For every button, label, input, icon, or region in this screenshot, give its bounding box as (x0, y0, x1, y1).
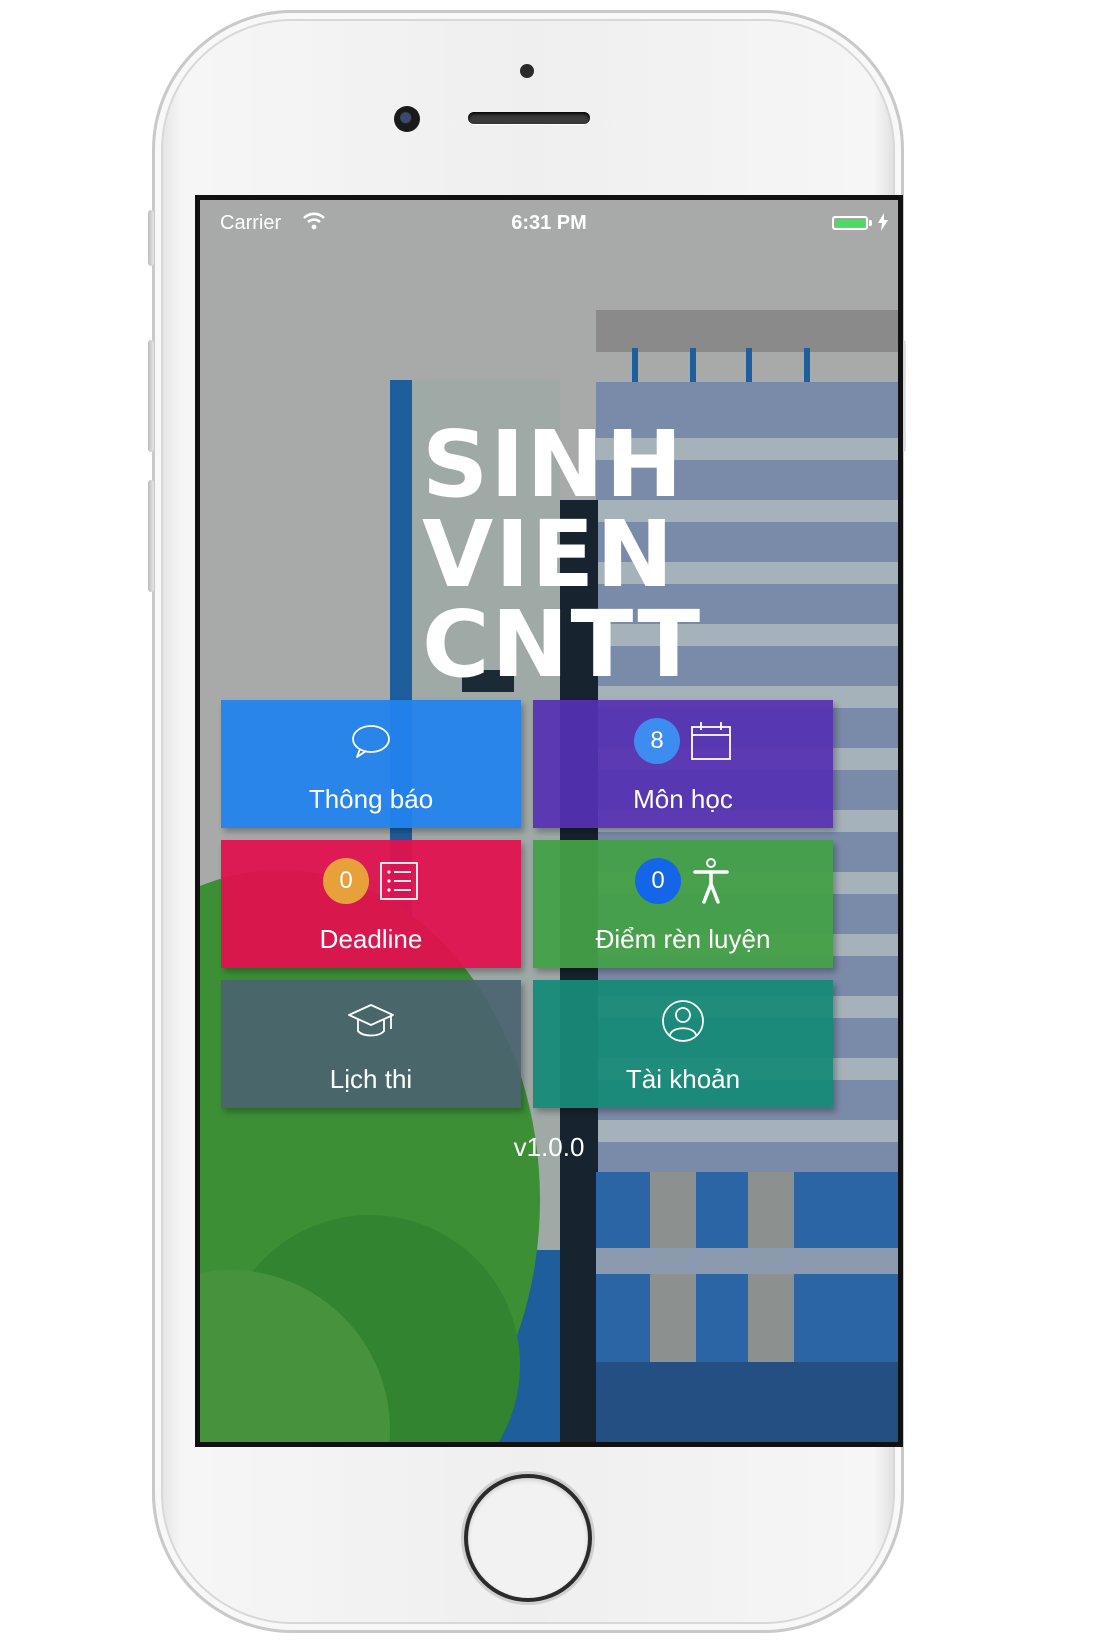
chat-bubble-icon (352, 725, 390, 758)
checklist-icon (380, 862, 418, 900)
charging-bolt-icon (878, 213, 888, 231)
tile-label: Lịch thi (329, 1064, 413, 1094)
tile-lich-thi[interactable]: Lịch thi (221, 980, 521, 1108)
mute-switch (148, 210, 154, 266)
logo-line-2: VIEN (422, 501, 676, 608)
logo-line-1: SINH (422, 411, 685, 518)
tile-tai-khoan[interactable]: Tài khoản (533, 980, 833, 1108)
app-screen: Carrier 6:31 PM SINH VIEN CNTT Thông báo… (200, 200, 898, 1442)
calendar-icon (691, 722, 731, 760)
home-button[interactable] (468, 1478, 588, 1598)
logo-line-3: CNTT (422, 591, 703, 698)
deadline-count-badge: 0 (323, 858, 369, 904)
person-icon (693, 858, 729, 904)
app-version: v1.0.0 (513, 1132, 585, 1162)
volume-down-button (148, 480, 154, 592)
graduation-cap-icon (348, 1004, 394, 1037)
tile-label: Thông báo (308, 784, 434, 814)
app-logo: SINH VIEN CNTT (422, 411, 722, 698)
status-time: 6:31 PM (511, 212, 587, 234)
tile-thong-bao[interactable]: Thông báo (221, 700, 521, 828)
earpiece-speaker (468, 112, 590, 124)
volume-up-button (148, 340, 154, 452)
power-button (900, 340, 906, 452)
status-bar: Carrier 6:31 PM (200, 200, 898, 244)
tile-label: Deadline (319, 924, 423, 954)
tile-label: Tài khoản (625, 1064, 741, 1094)
tile-mon-hoc[interactable]: 8 Môn học (533, 700, 833, 828)
tile-diem-ren-luyen[interactable]: 0 Điểm rèn luyện (533, 840, 833, 968)
battery-icon (832, 216, 868, 230)
battery-nub (869, 220, 872, 226)
tile-label: Môn học (633, 784, 733, 814)
front-camera (394, 106, 420, 132)
tile-label: Điểm rèn luyện (595, 924, 771, 954)
user-circle-icon (662, 1000, 704, 1042)
proximity-sensor (520, 64, 534, 78)
subject-count-badge: 8 (634, 718, 680, 764)
conduct-score-badge: 0 (635, 858, 681, 904)
tile-deadline[interactable]: 0 Deadline (221, 840, 521, 968)
